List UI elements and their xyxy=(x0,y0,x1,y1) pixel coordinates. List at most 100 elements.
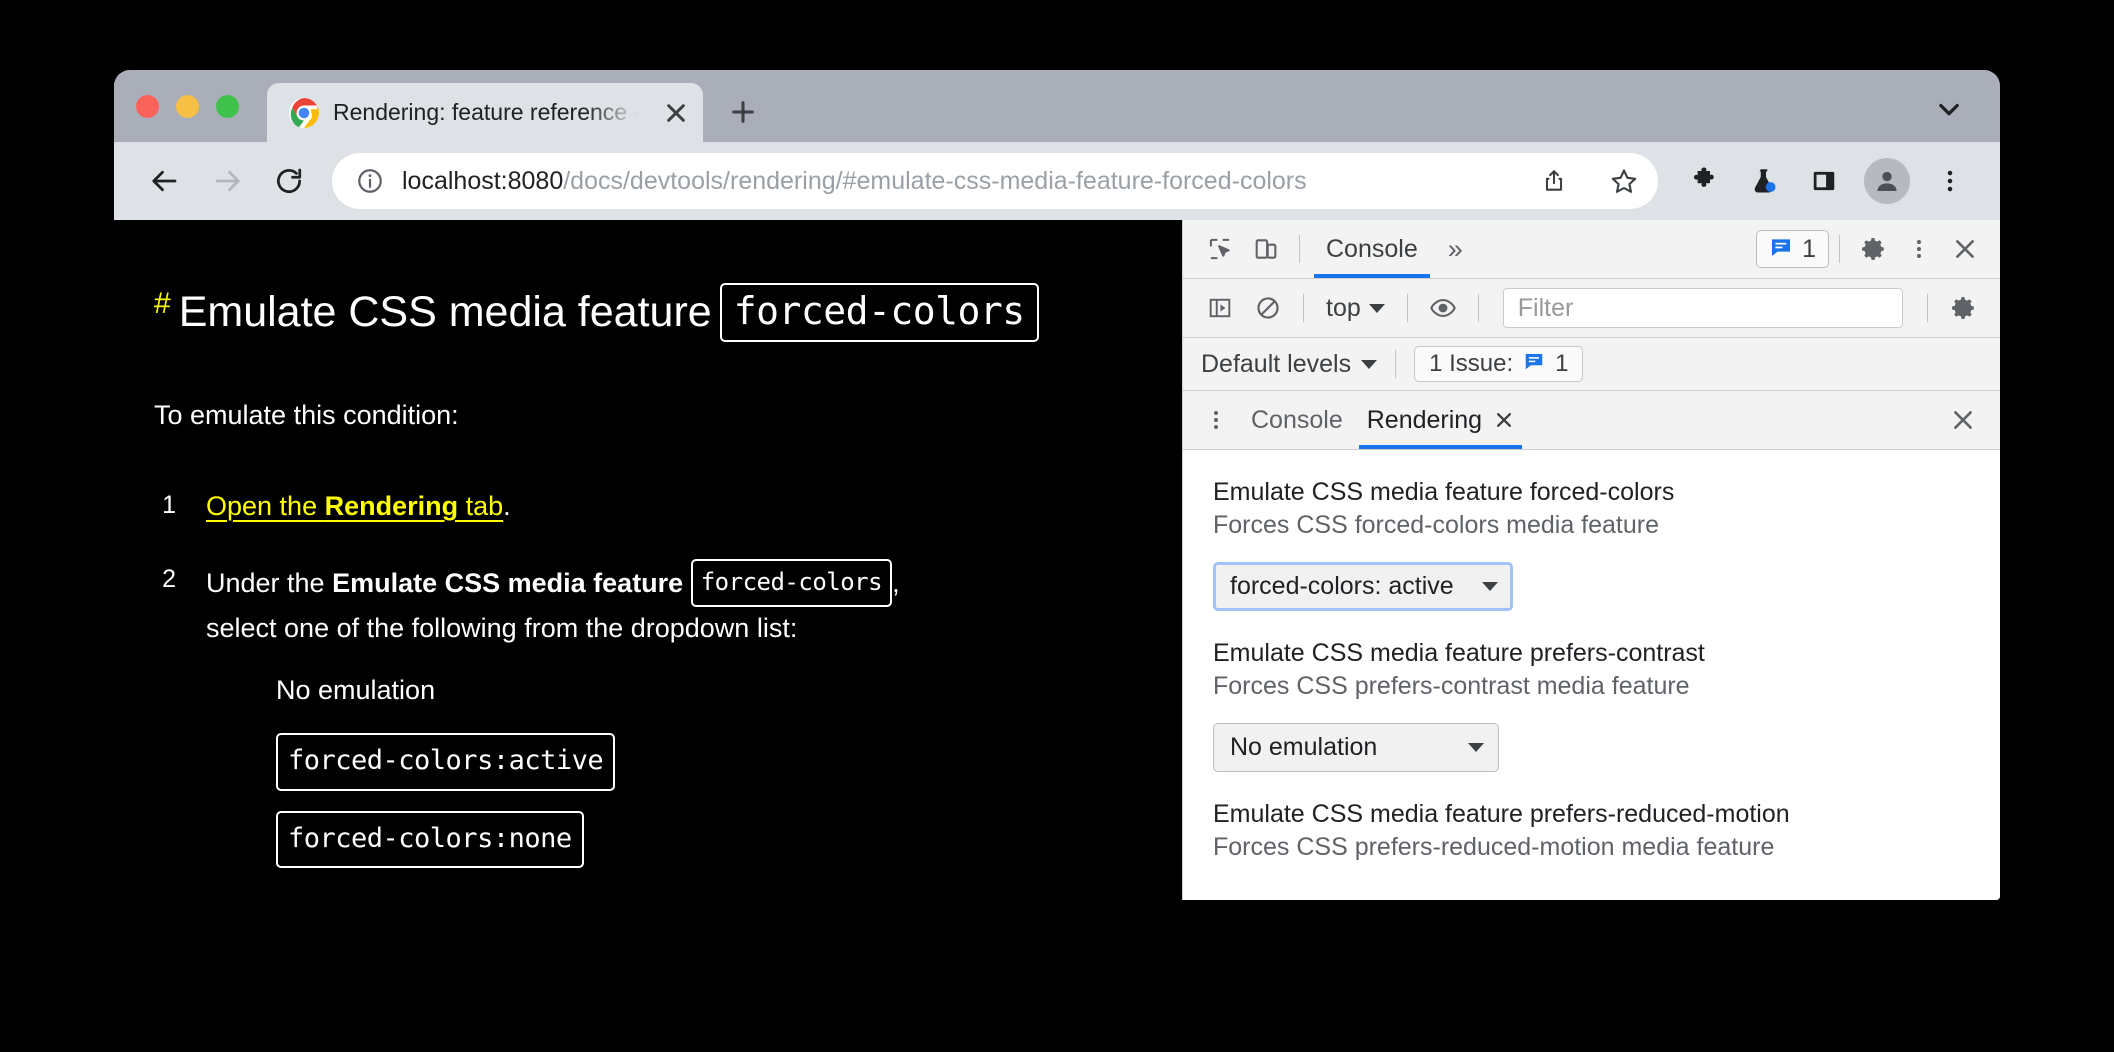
toolbar-divider xyxy=(1406,294,1408,322)
chevron-down-icon xyxy=(1468,743,1484,752)
issues-badge[interactable]: 1 xyxy=(1756,230,1829,268)
issues-count: 1 xyxy=(1802,234,1816,263)
drawer-tab-label: Console xyxy=(1251,405,1343,434)
side-panel-icon[interactable] xyxy=(1796,153,1852,209)
page-intro-text: To emulate this condition: xyxy=(154,399,459,430)
step-number: 2 xyxy=(162,564,176,593)
devtools-panel: Console » 1 top Filter Default levels 1 … xyxy=(1182,220,2000,900)
window-controls xyxy=(136,70,267,142)
browser-window: Rendering: feature reference - localhost… xyxy=(114,70,2000,900)
log-levels-selector[interactable]: Default levels xyxy=(1201,350,1378,379)
step-number: 1 xyxy=(162,490,176,519)
close-window-button[interactable] xyxy=(136,94,159,118)
toolbar-divider xyxy=(1303,294,1304,322)
browser-tab-rendering[interactable]: Rendering: feature reference - xyxy=(267,83,703,142)
screenshot-canvas: Rendering: feature reference - localhost… xyxy=(0,0,2114,1052)
back-arrow-icon[interactable] xyxy=(136,152,194,210)
step-body: Open the Rendering tab. xyxy=(206,485,1142,529)
person-avatar-icon[interactable] xyxy=(1864,158,1910,204)
chevron-down-icon xyxy=(1482,582,1498,591)
setting-title: Emulate CSS media feature prefers-reduce… xyxy=(1213,800,1790,828)
star-icon[interactable] xyxy=(1598,155,1650,207)
tab-console[interactable]: Console xyxy=(1310,220,1434,278)
anchor-link-icon[interactable]: # xyxy=(154,287,171,321)
step-line2: select one of the following from the dro… xyxy=(206,613,798,644)
forced-colors-select[interactable]: forced-colors: active xyxy=(1213,562,1513,611)
minimize-window-button[interactable] xyxy=(176,94,199,118)
address-bar[interactable]: localhost:8080/docs/devtools/rendering/#… xyxy=(332,153,1658,209)
issues-message-icon xyxy=(1769,235,1793,264)
step-comma: , xyxy=(892,567,900,598)
reload-icon[interactable] xyxy=(260,152,318,210)
dropdown-options-list: No emulation forced-colors:active forced… xyxy=(206,669,1142,869)
toolbar-divider xyxy=(1839,235,1840,263)
three-dot-menu-icon[interactable] xyxy=(1193,397,1239,443)
step-prefix: Under the xyxy=(206,567,333,598)
chevron-down-icon[interactable] xyxy=(1926,86,1972,132)
share-icon[interactable] xyxy=(1528,155,1580,207)
forward-arrow-icon xyxy=(198,152,256,210)
page-title: # Emulate CSS media feature forced-color… xyxy=(154,282,1142,342)
steps-list: 1 Open the Rendering tab. 2 Under the Em… xyxy=(154,485,1142,889)
toolbar-divider xyxy=(1299,235,1300,263)
page-title-text: Emulate CSS media feature xyxy=(178,287,712,336)
issues-label: 1 Issue: xyxy=(1429,350,1514,377)
three-dot-menu-icon[interactable] xyxy=(1896,226,1942,272)
prefers-contrast-select[interactable]: No emulation xyxy=(1213,723,1499,772)
close-icon[interactable] xyxy=(1940,397,1986,443)
step-trailing: . xyxy=(503,490,511,521)
close-icon[interactable] xyxy=(1942,226,1988,272)
plus-icon[interactable] xyxy=(717,86,769,138)
drawer-tab-console[interactable]: Console xyxy=(1239,391,1355,449)
chevron-down-icon xyxy=(1361,359,1378,369)
setting-prefers-reduced-motion: Emulate CSS media feature prefers-reduce… xyxy=(1213,798,1970,864)
toolbar-divider xyxy=(1927,294,1928,322)
gear-icon[interactable] xyxy=(1850,226,1896,272)
setting-description: Forces CSS prefers-contrast media featur… xyxy=(1213,672,1690,700)
close-icon[interactable] xyxy=(655,92,697,134)
rendering-settings-pane: Emulate CSS media feature forced-colors … xyxy=(1183,450,2000,900)
issues-message-icon xyxy=(1523,350,1545,379)
live-expression-eye-icon[interactable] xyxy=(1420,285,1466,331)
puzzle-piece-icon[interactable] xyxy=(1676,153,1732,209)
gear-icon[interactable] xyxy=(1940,285,1986,331)
setting-title: Emulate CSS media feature forced-colors xyxy=(1213,478,1675,506)
issues-summary-button[interactable]: 1 Issue: 1 xyxy=(1414,346,1584,382)
step-1: 1 Open the Rendering tab. xyxy=(154,485,1142,529)
setting-forced-colors: Emulate CSS media feature forced-colors … xyxy=(1213,476,1970,611)
step-body: Under the Emulate CSS media feature forc… xyxy=(206,558,1142,889)
execution-context-selector[interactable]: top xyxy=(1316,294,1395,323)
console-sidebar-icon[interactable] xyxy=(1197,285,1243,331)
three-dot-menu-icon[interactable] xyxy=(1922,153,1978,209)
context-label: top xyxy=(1326,293,1361,322)
step-2: 2 Under the Emulate CSS media feature fo… xyxy=(154,558,1142,889)
close-icon[interactable] xyxy=(1494,410,1514,430)
browser-toolbar: localhost:8080/docs/devtools/rendering/#… xyxy=(114,142,2000,220)
web-page-viewport: # Emulate CSS media feature forced-color… xyxy=(114,220,1182,900)
open-rendering-tab-link[interactable]: Open the Rendering tab xyxy=(206,491,503,521)
flask-icon[interactable] xyxy=(1736,153,1792,209)
setting-description: Forces CSS forced-colors media feature xyxy=(1213,511,1660,539)
option-forced-colors-none: forced-colors:none xyxy=(276,810,1142,869)
info-circle-icon[interactable] xyxy=(356,167,384,195)
filter-input[interactable]: Filter xyxy=(1502,288,1903,328)
console-levels-toolbar: Default levels 1 Issue: 1 xyxy=(1183,338,2000,391)
option-label: forced-colors:active xyxy=(276,732,616,791)
issues-count: 1 xyxy=(1555,350,1569,377)
inspect-element-icon[interactable] xyxy=(1197,226,1243,272)
content-area: # Emulate CSS media feature forced-color… xyxy=(114,220,2000,900)
url-host: localhost:8080 xyxy=(402,166,564,195)
option-forced-colors-active: forced-colors:active xyxy=(276,732,1142,791)
console-filter-toolbar: top Filter xyxy=(1183,279,2000,338)
select-value: forced-colors: active xyxy=(1230,572,1454,600)
clear-console-icon[interactable] xyxy=(1245,285,1291,331)
drawer-tab-rendering[interactable]: Rendering xyxy=(1355,391,1526,449)
more-panels-icon[interactable]: » xyxy=(1434,220,1477,278)
toolbar-divider xyxy=(1395,350,1397,378)
link-prefix: Open the xyxy=(206,490,325,521)
maximize-window-button[interactable] xyxy=(216,94,239,118)
tab-strip: Rendering: feature reference - xyxy=(114,70,2000,142)
option-label: forced-colors:none xyxy=(276,810,584,869)
setting-description: Forces CSS prefers-reduced-motion media … xyxy=(1213,833,1775,861)
device-toolbar-icon[interactable] xyxy=(1243,226,1289,272)
